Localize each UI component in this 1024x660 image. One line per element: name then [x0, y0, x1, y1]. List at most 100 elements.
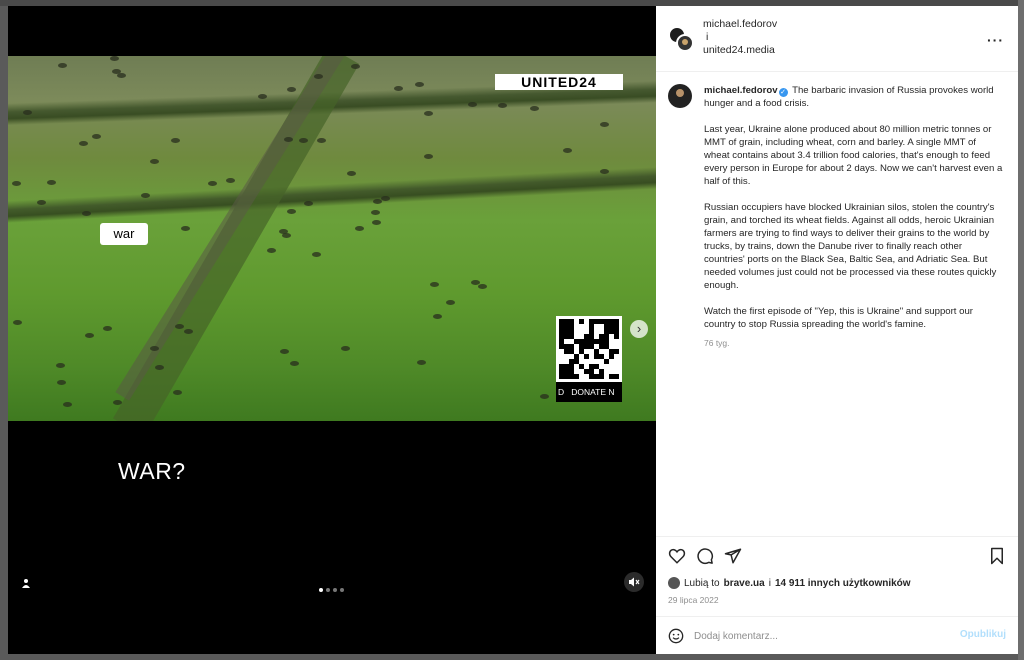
carousel-dot [333, 588, 337, 592]
field-crater [284, 137, 293, 142]
field-crater [304, 201, 313, 206]
header-username-2[interactable]: united24.media [703, 44, 777, 57]
carousel-dots [319, 588, 344, 592]
collab-usernames: michael.fedorov i united24.media [703, 18, 777, 57]
field-crater [563, 148, 572, 153]
share-icon[interactable] [724, 547, 742, 565]
caption-author[interactable]: michael.fedorov [704, 85, 778, 96]
field-crater [63, 402, 72, 407]
comment-icon[interactable] [696, 547, 714, 565]
likes-and: i [768, 577, 771, 589]
donate-qr-code: D DONATE N [556, 316, 622, 402]
qr-module [614, 374, 619, 379]
collab-avatars[interactable] [668, 26, 694, 52]
field-crater [468, 102, 477, 107]
caption-paragraph: Russian occupiers have blocked Ukrainian… [704, 202, 997, 291]
field-crater [372, 220, 381, 225]
field-crater [317, 138, 326, 143]
next-slide-button[interactable]: › [630, 320, 648, 338]
video-frame[interactable]: UNITED24 war D DONATE N [8, 56, 656, 421]
field-crater [433, 314, 442, 319]
overlay-word: war [100, 223, 148, 245]
field-crater [155, 365, 164, 370]
mute-icon [629, 577, 640, 587]
chevron-right-icon: › [636, 321, 642, 336]
field-crater [341, 346, 350, 351]
header-and: i [706, 31, 709, 43]
field-crater [299, 138, 308, 143]
more-options-button[interactable]: ··· [987, 32, 1004, 48]
field-crater [92, 134, 101, 139]
field-crater [171, 138, 180, 143]
field-crater [471, 280, 480, 285]
field-crater [150, 159, 159, 164]
emoji-icon[interactable] [668, 628, 684, 644]
likes-prefix: Lubią to [684, 577, 720, 589]
field-crater [47, 180, 56, 185]
field-crater [258, 94, 267, 99]
more-icon: ··· [987, 32, 1004, 48]
video-caption: WAR? [118, 458, 186, 484]
field-crater [280, 349, 289, 354]
field-crater [290, 361, 299, 366]
likes-user-link[interactable]: brave.ua [724, 578, 765, 589]
qr-pattern [559, 319, 619, 379]
field-crater [141, 193, 150, 198]
field-treeline [8, 167, 656, 223]
field-crater [173, 390, 182, 395]
field-crater [279, 229, 288, 234]
caption-paragraph: Last year, Ukraine alone produced about … [704, 124, 1003, 187]
field-crater [181, 226, 190, 231]
field-crater [600, 122, 609, 127]
field-crater [347, 171, 356, 176]
field-crater [351, 64, 360, 69]
caption-paragraph: Watch the first episode of "Yep, this is… [704, 306, 974, 330]
field-crater [57, 380, 66, 385]
field-crater [226, 178, 235, 183]
carousel-dot [326, 588, 330, 592]
field-crater [424, 154, 433, 159]
field-crater [58, 63, 67, 68]
user-tag-icon [22, 579, 30, 588]
donate-label: D DONATE N [556, 382, 622, 402]
field-crater [530, 106, 539, 111]
field-crater [355, 226, 364, 231]
avatar[interactable] [668, 84, 692, 108]
field-crater [478, 284, 487, 289]
field-crater [113, 400, 122, 405]
caption-time-ago[interactable]: 76 tyg. [704, 338, 1004, 348]
field-crater [112, 69, 121, 74]
heart-icon[interactable] [668, 547, 686, 565]
field-crater [85, 333, 94, 338]
carousel-dot [340, 588, 344, 592]
field-crater [13, 320, 22, 325]
header-username-1[interactable]: michael.fedorov [703, 18, 777, 31]
likes-summary: Lubią to brave.ua i 14 911 innych użytko… [656, 574, 1018, 592]
carousel-dot [319, 588, 323, 592]
likes-others-link[interactable]: 14 911 innych użytkowników [775, 578, 911, 589]
field-crater [312, 252, 321, 257]
field-crater [498, 103, 507, 108]
avatar [668, 577, 680, 589]
publish-button[interactable]: Opublikuj [960, 629, 1006, 640]
avatar [676, 34, 694, 52]
comment-input[interactable] [694, 627, 944, 645]
user-tag-button[interactable] [18, 575, 34, 591]
field-crater [82, 211, 91, 216]
mute-button[interactable] [624, 572, 644, 592]
action-bar [656, 536, 1018, 574]
field-crater [79, 141, 88, 146]
field-crater [381, 196, 390, 201]
post-media[interactable]: UNITED24 war D DONATE N › WAR? [8, 6, 656, 654]
post-date[interactable]: 29 lipca 2022 [656, 592, 1018, 616]
bookmark-icon[interactable] [988, 547, 1006, 565]
field-crater [110, 56, 119, 61]
field-crater [394, 86, 403, 91]
field-crater [103, 326, 112, 331]
backdrop-right [1018, 0, 1024, 660]
field-crater [287, 87, 296, 92]
field-crater [415, 82, 424, 87]
field-crater [540, 394, 549, 399]
field-crater [371, 210, 380, 215]
field-crater [424, 111, 433, 116]
